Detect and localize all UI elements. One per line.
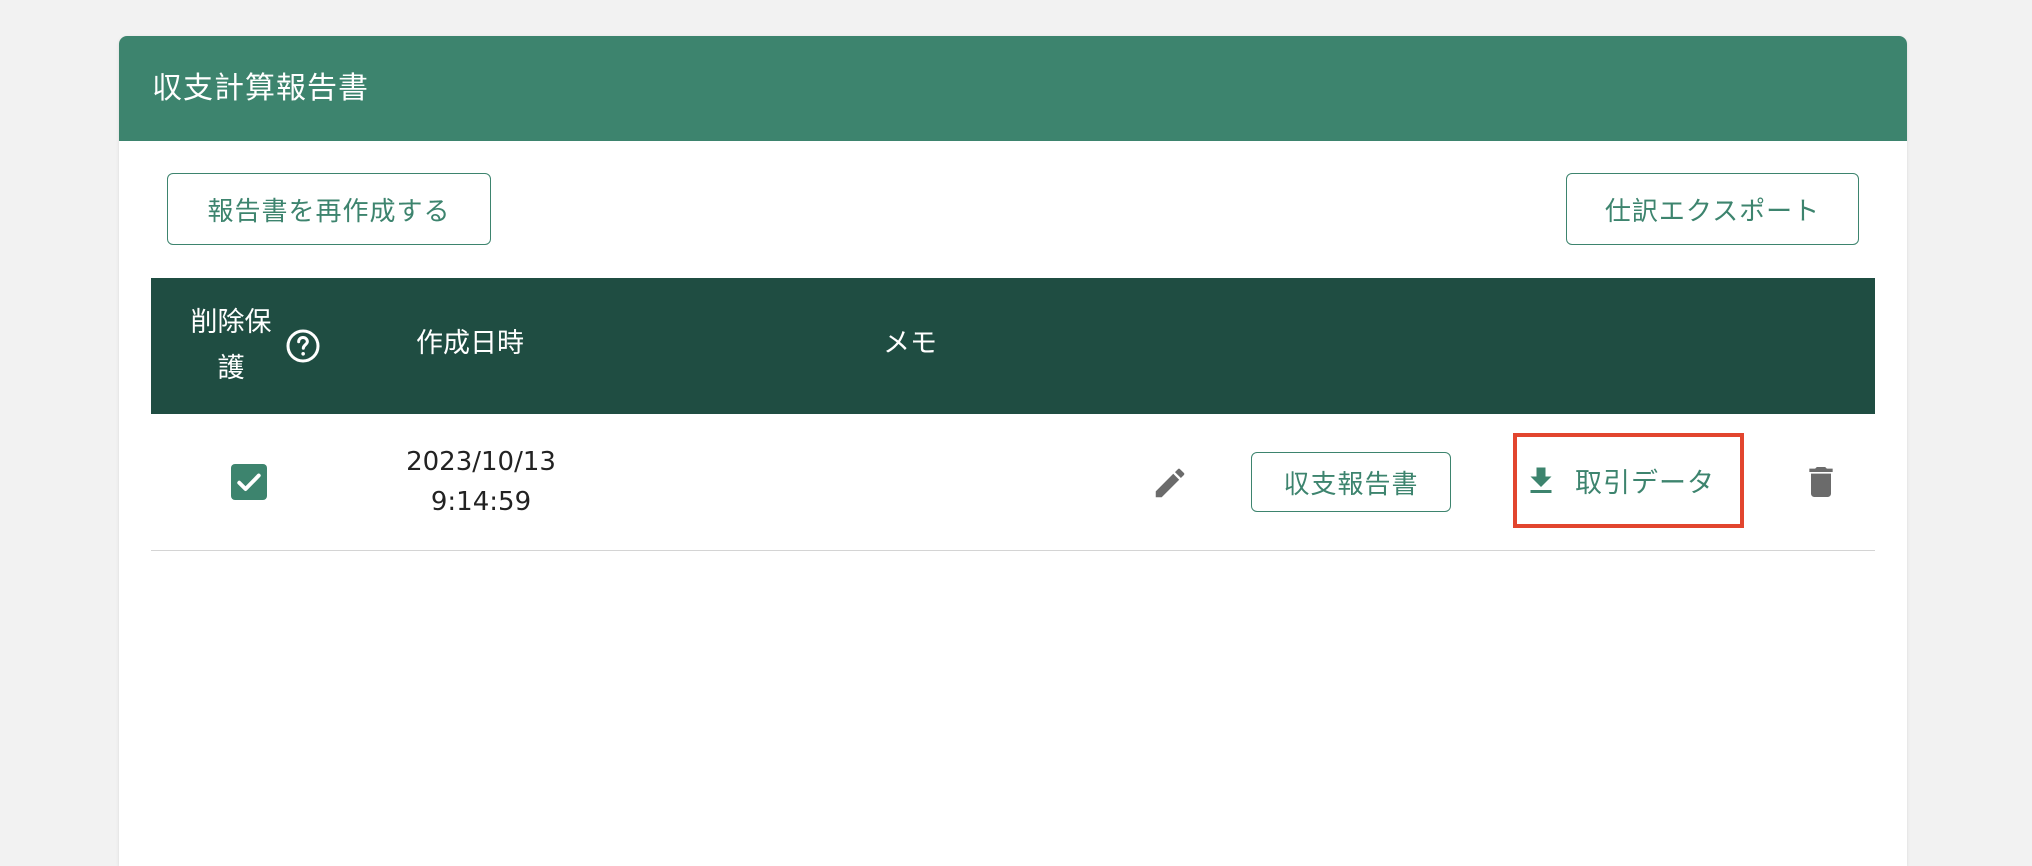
created-time: 9:14:59: [430, 487, 532, 517]
table-row: 2023/10/13 9:14:59 収支報告書 取引データ: [151, 414, 1875, 551]
table-header: 削除保護 作成日時 メモ: [151, 278, 1875, 414]
panel-title: 収支計算報告書: [119, 36, 1907, 141]
trash-icon[interactable]: [1801, 462, 1841, 502]
income-report-button[interactable]: 収支報告書: [1251, 452, 1451, 512]
pencil-icon[interactable]: [1151, 464, 1189, 502]
export-journal-button[interactable]: 仕訳エクスポート: [1566, 173, 1859, 245]
help-circle-icon[interactable]: [285, 328, 321, 364]
download-transactions-button[interactable]: 取引データ: [1517, 437, 1740, 524]
check-icon: [237, 473, 261, 491]
header-memo: メモ: [883, 328, 937, 359]
report-panel: 収支計算報告書 報告書を再作成する 仕訳エクスポート 削除保護 作成日時 メモ …: [119, 36, 1907, 866]
header-delete-protection: 削除保護: [190, 307, 272, 384]
created-date: 2023/10/13: [406, 447, 556, 477]
regenerate-report-button[interactable]: 報告書を再作成する: [167, 173, 491, 245]
created-at-cell: 2023/10/13 9:14:59: [361, 442, 601, 522]
delete-protection-checkbox[interactable]: [231, 464, 267, 500]
download-label: 取引データ: [1575, 468, 1715, 499]
download-icon: [1523, 463, 1559, 499]
header-created-at: 作成日時: [416, 328, 524, 359]
